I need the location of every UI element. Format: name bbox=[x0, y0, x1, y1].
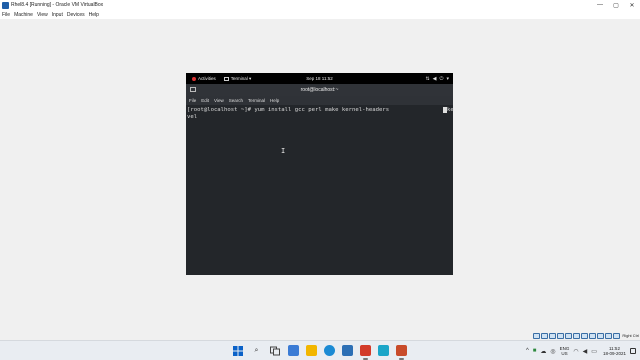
mouse-integration-icon[interactable] bbox=[605, 332, 613, 339]
running-indicator bbox=[363, 358, 368, 360]
volume-icon: ◀ bbox=[432, 75, 437, 82]
term-menu-search[interactable]: Search bbox=[229, 98, 243, 103]
volume-icon[interactable]: ◀ bbox=[583, 348, 588, 355]
virtualbox-icon bbox=[2, 1, 9, 9]
gnome-system-tray[interactable]: ⇅ ◀ ⏻ ▾ bbox=[422, 73, 449, 84]
store-icon[interactable] bbox=[342, 345, 353, 356]
keyboard-icon[interactable] bbox=[613, 332, 621, 339]
cloud-icon[interactable]: ☁ bbox=[540, 348, 546, 355]
ibeam-pointer-icon: I bbox=[281, 147, 286, 155]
network-icon: ⇅ bbox=[425, 75, 430, 82]
terminal-line-wrap: vel bbox=[187, 114, 198, 120]
app-tray-icon[interactable]: ■ bbox=[533, 348, 537, 354]
menu-file[interactable]: File bbox=[2, 12, 10, 18]
optical-drive-icon[interactable] bbox=[541, 332, 549, 339]
terminal-title: root@localhost:~ bbox=[300, 87, 339, 93]
red-app-icon[interactable] bbox=[360, 345, 371, 356]
close-button[interactable]: ✕ bbox=[624, 0, 640, 10]
host-menubar: File Machine View Input Devices Help bbox=[0, 10, 640, 19]
usb-icon[interactable] bbox=[565, 332, 573, 339]
vm-running-icon[interactable] bbox=[396, 345, 407, 356]
text-cursor bbox=[443, 107, 447, 113]
windows-taskbar: ⌕ ^ ■ ☁ ◎ ENG US ◠ ◀ ▭ 11:52 18-09-2021 bbox=[0, 340, 640, 360]
gnome-topbar: Activities Terminal ▾ Sep 18 11:52 ⇅ ◀ ⏻… bbox=[186, 73, 453, 84]
term-menu-edit[interactable]: Edit bbox=[201, 98, 209, 103]
shared-folders-icon[interactable] bbox=[573, 332, 581, 339]
term-menu-view[interactable]: View bbox=[214, 98, 224, 103]
gnome-clock[interactable]: Sep 18 11:52 bbox=[186, 73, 453, 84]
edge-icon[interactable] bbox=[324, 345, 335, 356]
host-titlebar: Rhel8.4 [Running] - Oracle VM VirtualBox… bbox=[0, 0, 640, 10]
guest-screen[interactable]: Activities Terminal ▾ Sep 18 11:52 ⇅ ◀ ⏻… bbox=[186, 73, 454, 275]
maximize-button[interactable]: ▢ bbox=[608, 0, 624, 10]
taskbar-clock[interactable]: 11:52 18-09-2021 bbox=[603, 346, 626, 357]
power-icon: ⏻ bbox=[439, 75, 444, 82]
terminal-menubar: File Edit View Search Terminal Help bbox=[186, 96, 453, 105]
chevron-up-icon[interactable]: ^ bbox=[526, 348, 529, 354]
start-button-icon[interactable] bbox=[232, 345, 243, 356]
terminal-line-overflow: ke bbox=[447, 107, 454, 113]
menu-input[interactable]: Input bbox=[52, 12, 63, 18]
minimize-button[interactable]: — bbox=[592, 0, 608, 10]
teal-app-icon[interactable] bbox=[378, 345, 389, 356]
network-adapter-icon[interactable] bbox=[557, 332, 565, 339]
system-tray: ^ ■ ☁ ◎ ENG US ◠ ◀ ▭ 11:52 18-09-2021 bbox=[522, 341, 636, 360]
host-key-label: Right Ctrl bbox=[622, 333, 639, 338]
running-indicator bbox=[399, 358, 404, 360]
term-menu-terminal[interactable]: Terminal bbox=[248, 98, 265, 103]
terminal-body[interactable]: [root@localhost ~]# yum install gcc perl… bbox=[186, 105, 454, 275]
menu-devices[interactable]: Devices bbox=[67, 12, 85, 18]
window-controls: — ▢ ✕ bbox=[592, 0, 640, 10]
menu-help[interactable]: Help bbox=[89, 12, 99, 18]
clock-date: 18-09-2021 bbox=[602, 351, 626, 356]
search-icon[interactable]: ⌕ bbox=[251, 345, 262, 356]
terminal-headerbar: root@localhost:~ bbox=[186, 84, 453, 96]
notification-icon[interactable] bbox=[630, 348, 636, 354]
terminal-line-command: [root@localhost ~]# yum install gcc perl… bbox=[187, 107, 390, 113]
menu-machine[interactable]: Machine bbox=[14, 12, 33, 18]
audio-icon[interactable] bbox=[549, 332, 557, 339]
recording-icon[interactable] bbox=[589, 332, 597, 339]
widgets-icon[interactable] bbox=[288, 345, 299, 356]
language-indicator[interactable]: ENG US bbox=[560, 346, 570, 356]
window-title: Rhel8.4 [Running] - Oracle VM VirtualBox bbox=[11, 2, 104, 8]
term-menu-help[interactable]: Help bbox=[270, 98, 279, 103]
cpu-icon[interactable] bbox=[597, 332, 605, 339]
battery-icon[interactable]: ▭ bbox=[591, 348, 597, 355]
location-icon[interactable]: ◎ bbox=[550, 348, 555, 355]
hard-disk-icon[interactable] bbox=[533, 332, 541, 339]
menu-view[interactable]: View bbox=[37, 12, 48, 18]
clock-time: 11:52 bbox=[609, 345, 620, 351]
task-view-icon[interactable] bbox=[269, 345, 280, 356]
vbox-statusbar: Right Ctrl bbox=[533, 331, 640, 340]
term-menu-file[interactable]: File bbox=[189, 98, 196, 103]
wifi-icon[interactable]: ◠ bbox=[573, 348, 578, 355]
language-region: US bbox=[561, 351, 568, 356]
display-icon[interactable] bbox=[581, 332, 589, 339]
file-explorer-icon[interactable] bbox=[306, 345, 317, 356]
chevron-down-icon: ▾ bbox=[446, 75, 449, 82]
